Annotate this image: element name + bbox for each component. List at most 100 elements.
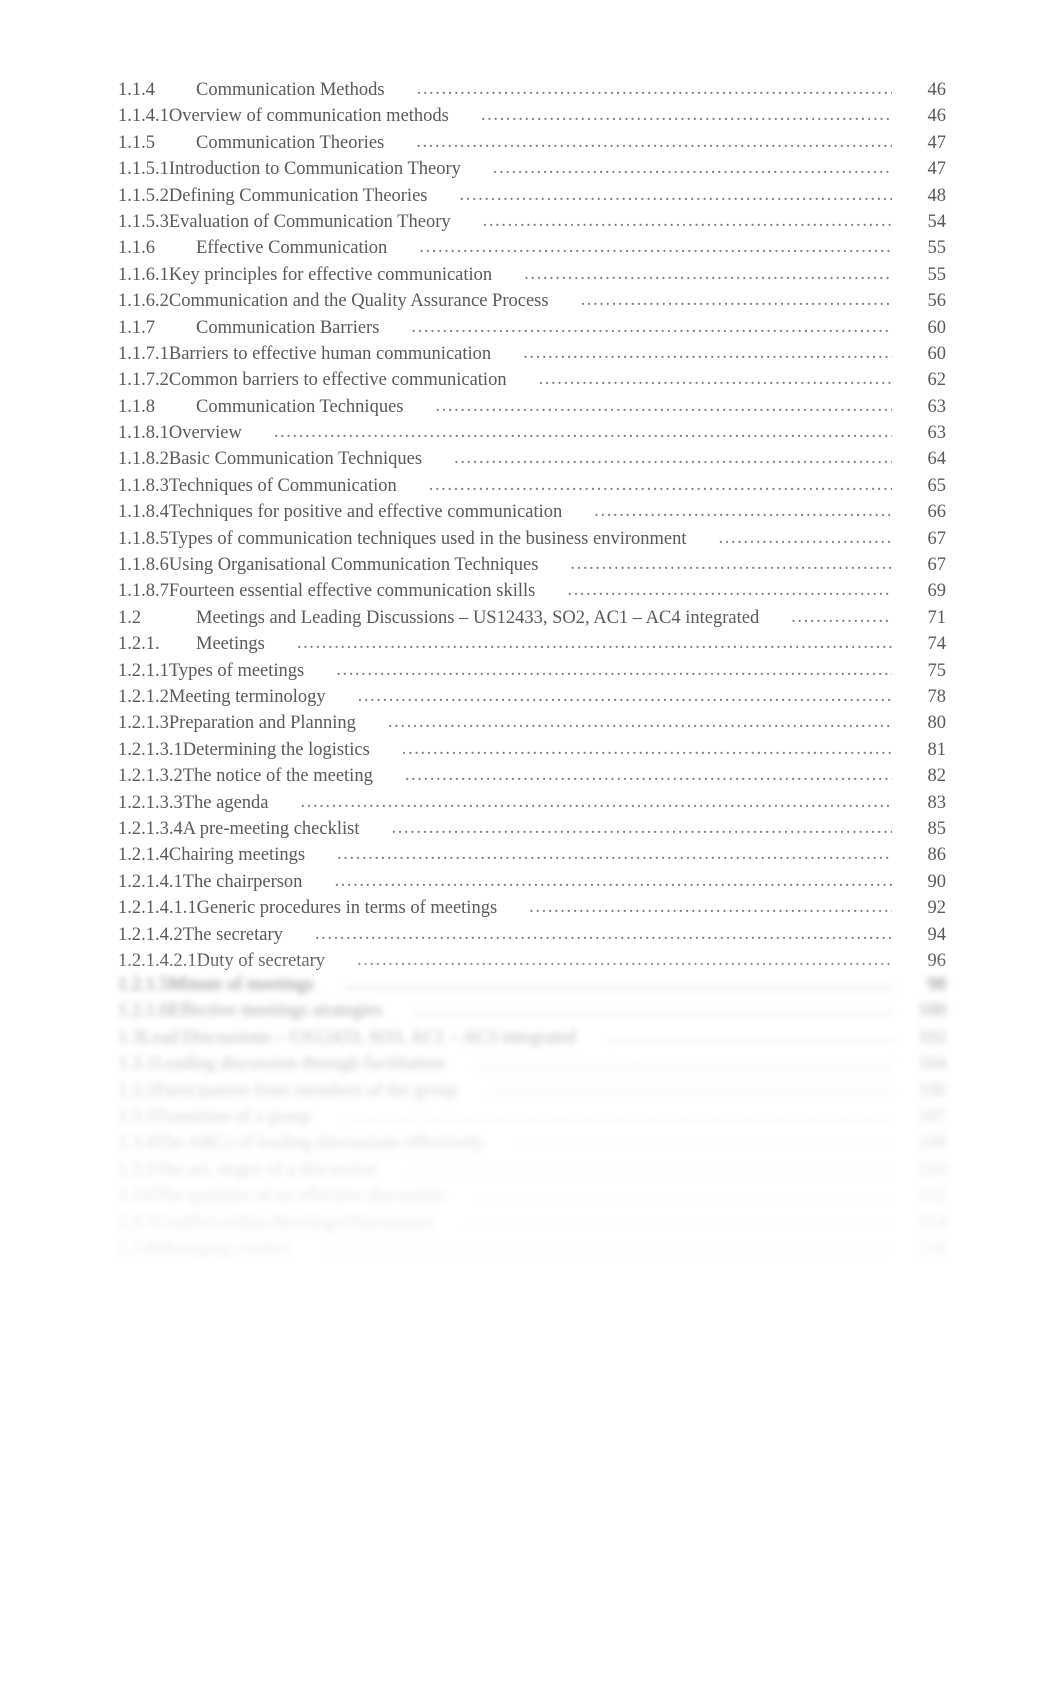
toc-entry-page-number: 98: [927, 975, 947, 995]
toc-entry-page-number: 64: [927, 449, 947, 470]
toc-entry[interactable]: 1.3.2 Participation from members of the g…: [118, 1081, 946, 1107]
toc-dot-leader: [336, 660, 892, 681]
toc-entry[interactable]: 1.2 Meetings and Leading Discussions – US…: [118, 608, 946, 634]
toc-entry[interactable]: 1.3.3Transition of a group 107: [118, 1107, 946, 1133]
toc-entry-page-number: 46: [927, 106, 947, 127]
toc-entry[interactable]: 1.1.8 Communication Techniques 63: [118, 397, 946, 423]
toc-entry[interactable]: 1.1.5.1 Introduction to Communication The…: [118, 159, 946, 185]
toc-entry-number: 1.2: [118, 607, 142, 628]
toc-entry-page-number: 56: [927, 291, 947, 312]
toc-dot-leader: [323, 1238, 892, 1259]
toc-dot-leader: [719, 528, 892, 549]
toc-entry[interactable]: 1.2.1.3.3The agenda 83: [118, 793, 946, 819]
toc-entry[interactable]: 1.1.6.1 Key principles for effective comm…: [118, 265, 946, 291]
toc-entry[interactable]: 1.3 Lead Discussions – US12433, SO3, AC1 …: [118, 1028, 946, 1054]
toc-entry[interactable]: 1.1.7.2 Common barriers to effective comm…: [118, 370, 946, 396]
toc-dot-leader: [454, 448, 892, 469]
toc-entry-number: 1.2.1.: [118, 634, 160, 655]
toc-dot-leader: [490, 1080, 892, 1101]
toc-entry[interactable]: 1.1.8.3Techniques of Communication 65: [118, 476, 946, 502]
toc-entry[interactable]: 1.1.8.5 Types of communication techniques…: [118, 529, 946, 555]
toc-dot-leader: [357, 950, 892, 971]
toc-entry-page-number: 82: [927, 766, 947, 787]
toc-entry-title: The art, stages of a discussion: [155, 1159, 377, 1180]
toc-entry[interactable]: 1.1.5.2Defining Communication Theories 48: [118, 186, 946, 212]
toc-entry-title: The ABCs of leading discussions effectiv…: [155, 1133, 485, 1154]
toc-entry-number: 1.1.7: [118, 317, 155, 338]
toc-entry[interactable]: 1.1.6.2 Communication and the Quality Ass…: [118, 291, 946, 317]
toc-entry-title: A pre-meeting checklist: [182, 818, 360, 839]
toc-entry[interactable]: 1.2.1.4.1.1 Generic procedures in terms o…: [118, 898, 946, 924]
toc-entry[interactable]: 1.1.8.7 Fourteen essential effective comm…: [118, 581, 946, 607]
toc-entry-number: 1.2.1.3.4: [118, 818, 183, 839]
toc-entry[interactable]: 1.2.1.5Minute of meetings 98: [118, 975, 946, 1001]
toc-dot-leader: [467, 1212, 892, 1233]
toc-dot-leader: [297, 633, 892, 654]
toc-dot-leader: [391, 818, 892, 839]
toc-entry-title: Common barriers to effective communicati…: [168, 370, 507, 391]
toc-dot-leader: [429, 475, 892, 496]
toc-entry[interactable]: 1.1.7 Communication Barriers 60: [118, 318, 946, 344]
toc-entry-number: 1.1.5.1: [118, 159, 169, 180]
toc-entry[interactable]: 1.3.7 Conflict within Meetings/Discussion…: [118, 1213, 946, 1239]
toc-entry-number: 1.1.4: [118, 80, 155, 100]
toc-entry[interactable]: 1.3.6 The qualities of an effective discu…: [118, 1186, 946, 1212]
toc-entry-number: 1.2.1.4.2.1: [118, 950, 197, 971]
toc-entry[interactable]: 1.3.4 The ABCs of leading discussions eff…: [118, 1133, 946, 1159]
toc-entry[interactable]: 1.2.1.3Preparation and Planning 80: [118, 713, 946, 739]
toc-entry[interactable]: 1.2.1.4Chairing meetings 86: [118, 845, 946, 871]
toc-entry-page-number: 55: [927, 238, 947, 259]
toc-entry[interactable]: 1.3.5The art, stages of a discussion 110: [118, 1160, 946, 1186]
toc-entry-number: 1.1.5: [118, 132, 155, 153]
toc-entry[interactable]: 1.2.1.3.4A pre-meeting checklist 85: [118, 819, 946, 845]
toc-entry-page-number: 67: [927, 528, 947, 549]
toc-entry-title: Duty of secretary: [196, 950, 326, 971]
toc-entry[interactable]: 1.1.7.1 Barriers to effective human commu…: [118, 344, 946, 370]
toc-entry[interactable]: 1.1.8.6 Using Organisational Communicatio…: [118, 555, 946, 581]
toc-entry-number: 1.1.8.6: [118, 555, 169, 576]
toc-entry-number: 1.2.1.4: [118, 845, 169, 866]
toc-entry[interactable]: 1.3.8Managing conflict 116: [118, 1239, 946, 1265]
toc-entry[interactable]: 1.1.8.4 Techniques for positive and effec…: [118, 502, 946, 528]
toc-entry-title: Defining Communication Theories: [168, 185, 428, 206]
toc-entry[interactable]: 1.2.1. Meetings 74: [118, 634, 946, 660]
toc-entry-page-number: 78: [927, 686, 947, 707]
toc-dot-leader: [539, 369, 892, 390]
toc-entry[interactable]: 1.1.4 Communication Methods 46: [118, 80, 946, 106]
toc-entry-title: Barriers to effective human communicatio…: [168, 343, 492, 364]
toc-entry[interactable]: 1.1.8.2Basic Communication Techniques 64: [118, 449, 946, 475]
toc-entry-title: Meeting terminology: [168, 686, 326, 707]
toc-entry-number: 1.1.8.4: [118, 502, 169, 523]
toc-entry-number: 1.2.1.4.2: [118, 924, 183, 945]
toc-entry-title: Conflict within Meetings/Discussions: [155, 1212, 435, 1233]
toc-entry[interactable]: 1.2.1.3.1Determining the logistics 81: [118, 740, 946, 766]
toc-entry-page-number: 102: [918, 1027, 946, 1048]
toc-dot-leader: [274, 422, 892, 443]
toc-entry[interactable]: 1.3.1 Leading discussion through facilita…: [118, 1054, 946, 1080]
toc-entry[interactable]: 1.2.1.4.1The chairperson 90: [118, 872, 946, 898]
toc-entry-page-number: 47: [927, 159, 947, 180]
toc-entry-number: 1.2.1.2: [118, 686, 169, 707]
toc-entry[interactable]: 1.1.5 Communication Theories 47: [118, 133, 946, 159]
toc-entry[interactable]: 1.1.5.3 Evaluation of Communication Theor…: [118, 212, 946, 238]
toc-entry-title: Preparation and Planning: [168, 713, 356, 734]
toc-entry-page-number: 67: [927, 555, 947, 576]
toc-entry-page-number: 110: [918, 1159, 946, 1180]
toc-dot-leader: [334, 871, 892, 892]
toc-entry-page-number: 63: [927, 423, 947, 444]
toc-entry[interactable]: 1.1.6 Effective Communication 55: [118, 238, 946, 264]
toc-entry[interactable]: 1.1.4.1 Overview of communication methods…: [118, 106, 946, 132]
toc-entry-title: Fourteen essential effective communicati…: [168, 581, 536, 602]
toc-entry-title: Evaluation of Communication Theory: [168, 211, 451, 232]
toc-entry[interactable]: 1.2.1.2Meeting terminology 78: [118, 687, 946, 713]
toc-entry[interactable]: 1.2.1.1Types of meetings 75: [118, 661, 946, 687]
toc-entry-number: 1.1.5.3: [118, 211, 169, 232]
toc-entry-title: Communication and the Quality Assurance …: [168, 291, 549, 312]
toc-entry-title: Techniques of Communication: [168, 475, 397, 496]
toc-entry-number: 1.3.1: [118, 1054, 155, 1075]
toc-entry[interactable]: 1.2.1.4.2The secretary 94: [118, 925, 946, 951]
toc-dot-leader: [608, 1027, 892, 1048]
toc-entry[interactable]: 1.2.1.3.2The notice of the meeting 82: [118, 766, 946, 792]
toc-entry[interactable]: 1.1.8.1Overview 63: [118, 423, 946, 449]
toc-entry[interactable]: 1.2.1.6Effective meetings strategies 100: [118, 1001, 946, 1027]
